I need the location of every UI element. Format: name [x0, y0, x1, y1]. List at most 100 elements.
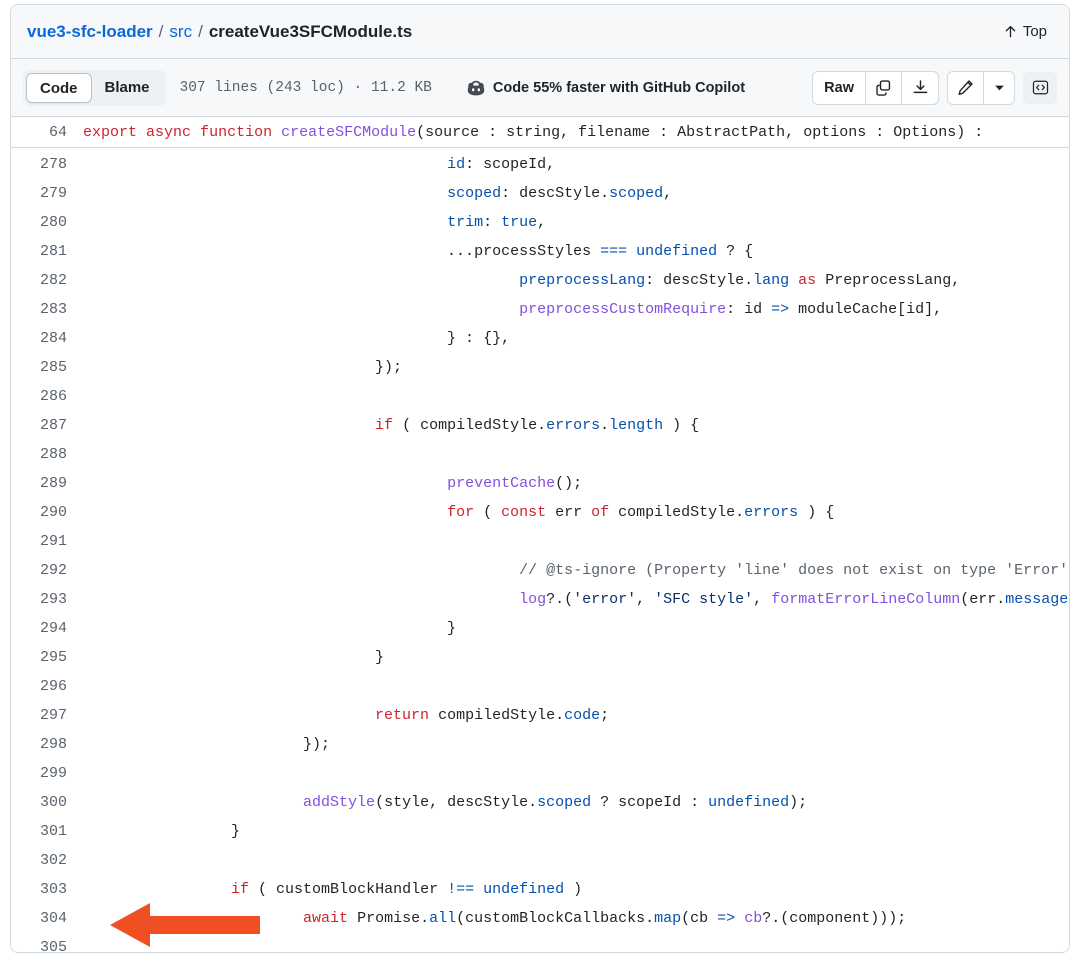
code-token: , [636, 591, 654, 608]
breadcrumb-dir-link[interactable]: src [169, 22, 192, 42]
code-line[interactable]: 298 }); [11, 730, 1069, 759]
line-content: return compiledStyle.code; [83, 707, 1069, 724]
code-line[interactable]: 286 [11, 382, 1069, 411]
line-number[interactable]: 300 [11, 794, 83, 811]
breadcrumb-separator-1: / [153, 22, 170, 42]
line-number[interactable]: 290 [11, 504, 83, 521]
code-line[interactable]: 299 [11, 759, 1069, 788]
line-content: id: scopeId, [83, 156, 1069, 173]
code-line[interactable]: 280 trim: true, [11, 208, 1069, 237]
code-token: scoped [609, 185, 663, 202]
copy-icon [875, 79, 892, 96]
code-token: compiledStyle. [609, 504, 744, 521]
code-token: log [519, 591, 546, 608]
line-number[interactable]: 284 [11, 330, 83, 347]
line-content: }); [83, 359, 1069, 376]
code-line[interactable]: 290 for ( const err of compiledStyle.err… [11, 498, 1069, 527]
line-number[interactable]: 282 [11, 272, 83, 289]
raw-button[interactable]: Raw [813, 72, 866, 104]
line-number[interactable]: 283 [11, 301, 83, 318]
code-line[interactable]: 288 [11, 440, 1069, 469]
code-token: ...processStyles [87, 243, 600, 260]
code-line[interactable]: 278 id: scopeId, [11, 150, 1069, 179]
code-token: undefined [708, 794, 789, 811]
line-number[interactable]: 301 [11, 823, 83, 840]
code-line[interactable]: 289 preventCache(); [11, 469, 1069, 498]
line-number[interactable]: 287 [11, 417, 83, 434]
code-token: async [146, 124, 191, 141]
code-token: id [447, 156, 465, 173]
line-number[interactable]: 303 [11, 881, 83, 898]
line-number[interactable]: 285 [11, 359, 83, 376]
breadcrumb-repo-link[interactable]: vue3-sfc-loader [27, 22, 153, 42]
line-content: } [83, 620, 1069, 637]
code-lines-container[interactable]: 278 id: scopeId,279 scoped: descStyle.sc… [11, 148, 1069, 953]
line-number[interactable]: 302 [11, 852, 83, 869]
code-line[interactable]: 294 } [11, 614, 1069, 643]
code-token: preprocessCustomRequire [519, 301, 726, 318]
line-number[interactable]: 294 [11, 620, 83, 637]
line-number[interactable]: 297 [11, 707, 83, 724]
line-number[interactable]: 289 [11, 475, 83, 492]
line-content: for ( const err of compiledStyle.errors … [83, 504, 1069, 521]
line-number[interactable]: 286 [11, 388, 83, 405]
line-number[interactable]: 296 [11, 678, 83, 695]
line-number[interactable]: 298 [11, 736, 83, 753]
code-line[interactable]: 305 [11, 933, 1069, 953]
code-line[interactable]: 301 } [11, 817, 1069, 846]
code-line[interactable]: 285 }); [11, 353, 1069, 382]
copy-raw-button[interactable] [866, 72, 902, 104]
line-number[interactable]: 304 [11, 910, 83, 927]
code-line[interactable]: 302 [11, 846, 1069, 875]
code-line[interactable]: 279 scoped: descStyle.scoped, [11, 179, 1069, 208]
line-number[interactable]: 291 [11, 533, 83, 550]
code-line[interactable]: 293 log?.('error', 'SFC style', formatEr… [11, 585, 1069, 614]
line-content: } [83, 649, 1069, 666]
code-token: // @ts-ignore (Property 'line' does not … [519, 562, 1068, 579]
code-token: trim [447, 214, 483, 231]
line-number[interactable]: 281 [11, 243, 83, 260]
download-icon [912, 79, 929, 96]
line-content: scoped: descStyle.scoped, [83, 185, 1069, 202]
code-token: ) { [798, 504, 834, 521]
code-line[interactable]: 297 return compiledStyle.code; [11, 701, 1069, 730]
breadcrumb-filename: createVue3SFCModule.ts [209, 22, 412, 42]
code-line[interactable]: 284 } : {}, [11, 324, 1069, 353]
line-number[interactable]: 278 [11, 156, 83, 173]
edit-options-dropdown-button[interactable] [984, 72, 1014, 104]
code-token [474, 881, 483, 898]
code-token: lang [753, 272, 789, 289]
line-number[interactable]: 299 [11, 765, 83, 782]
code-line[interactable]: 281 ...processStyles === undefined ? { [11, 237, 1069, 266]
code-token: undefined [483, 881, 564, 898]
line-number[interactable]: 295 [11, 649, 83, 666]
scroll-to-top-button[interactable]: Top [1003, 23, 1053, 40]
tab-code[interactable]: Code [26, 73, 92, 103]
code-token: ); [789, 794, 807, 811]
code-line[interactable]: 282 preprocessLang: descStyle.lang as Pr… [11, 266, 1069, 295]
line-number[interactable]: 280 [11, 214, 83, 231]
line-content: } : {}, [83, 330, 1069, 347]
code-line[interactable]: 295 } [11, 643, 1069, 672]
code-line[interactable]: 304 await Promise.all(customBlockCallbac… [11, 904, 1069, 933]
copilot-upsell-link[interactable]: Code 55% faster with GitHub Copilot [466, 78, 745, 98]
edit-file-button[interactable] [948, 72, 984, 104]
line-number[interactable]: 288 [11, 446, 83, 463]
code-line[interactable]: 283 preprocessCustomRequire: id => modul… [11, 295, 1069, 324]
download-raw-button[interactable] [902, 72, 938, 104]
tab-blame[interactable]: Blame [92, 73, 163, 103]
line-number[interactable]: 279 [11, 185, 83, 202]
code-line[interactable]: 287 if ( compiledStyle.errors.length ) { [11, 411, 1069, 440]
code-token: return [375, 707, 429, 724]
line-number[interactable]: 293 [11, 591, 83, 608]
code-line[interactable]: 292 // @ts-ignore (Property 'line' does … [11, 556, 1069, 585]
symbols-panel-button[interactable] [1023, 72, 1057, 104]
line-number[interactable]: 292 [11, 562, 83, 579]
code-line[interactable]: 303 if ( customBlockHandler !== undefine… [11, 875, 1069, 904]
code-line[interactable]: 300 addStyle(style, descStyle.scoped ? s… [11, 788, 1069, 817]
code-token: code [564, 707, 600, 724]
line-number[interactable]: 305 [11, 939, 83, 953]
code-line[interactable]: 291 [11, 527, 1069, 556]
code-line[interactable]: 296 [11, 672, 1069, 701]
code-token [87, 475, 447, 492]
